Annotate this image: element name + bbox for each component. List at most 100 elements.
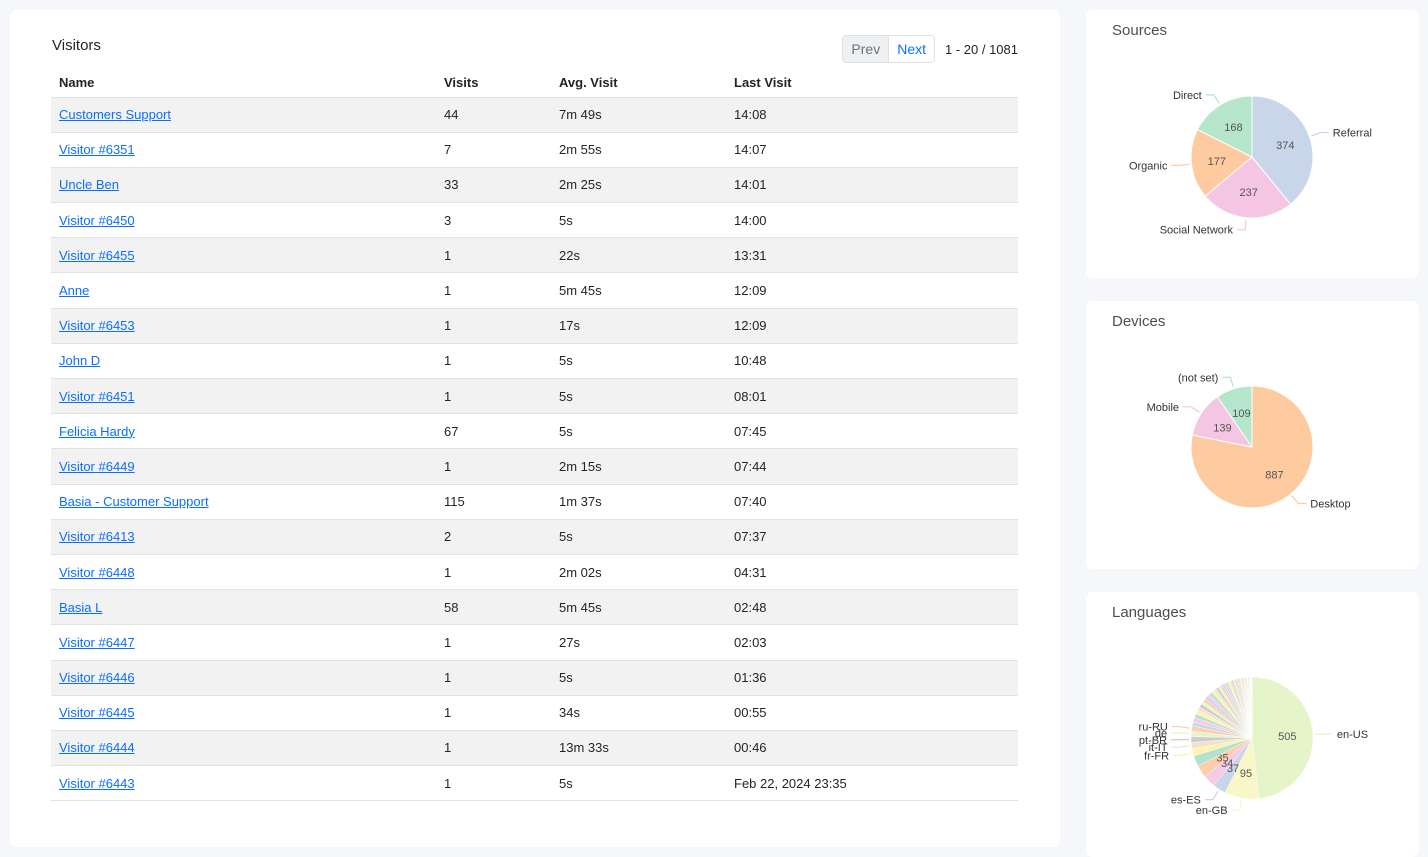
last-visit-cell: 12:09 <box>726 272 1018 309</box>
pie-category-label: Social Network <box>1160 225 1234 237</box>
avg-visit-cell: 2m 25s <box>551 167 726 204</box>
visitor-name-cell: Uncle Ben <box>51 167 436 204</box>
visitor-name-cell: Visitor #6445 <box>51 695 436 731</box>
visitor-name-link[interactable]: Customers Support <box>59 107 171 122</box>
table-row: John D 1 5s 10:48 <box>51 343 1018 380</box>
visitor-name-link[interactable]: Uncle Ben <box>59 177 119 192</box>
visitor-name-link[interactable]: Anne <box>59 283 89 298</box>
visitor-name-link[interactable]: Visitor #6453 <box>59 318 135 333</box>
avg-visit-cell: 5s <box>551 343 726 380</box>
last-visit-cell: 07:40 <box>726 484 1018 520</box>
pie-leader-line <box>1171 163 1190 166</box>
table-row: Visitor #6447 1 27s 02:03 <box>51 624 1018 661</box>
table-row: Customers Support 44 7m 49s 14:08 <box>51 97 1018 133</box>
visits-cell: 1 <box>436 237 551 274</box>
pie-category-label: en-GB <box>1196 805 1228 817</box>
last-visit-cell: 10:48 <box>726 343 1018 380</box>
last-visit-cell: 02:03 <box>726 624 1018 661</box>
visitor-name-link[interactable]: Visitor #6445 <box>59 705 135 720</box>
pie-category-label: ru-RU <box>1139 722 1168 734</box>
devices-pie-chart: 887 Desktop 139 Mobile 109 (not set) <box>1147 372 1351 510</box>
visitor-name-link[interactable]: Visitor #6451 <box>59 389 135 404</box>
visitor-name-cell: Anne <box>51 272 436 309</box>
visitor-name-cell: Visitor #6443 <box>51 765 436 802</box>
last-visit-cell: 14:00 <box>726 202 1018 239</box>
visitor-name-link[interactable]: John D <box>59 353 100 368</box>
visitor-name-cell: Visitor #6413 <box>51 519 436 555</box>
table-row: Anne 1 5m 45s 12:09 <box>51 272 1018 309</box>
avg-visit-cell: 5s <box>551 660 726 696</box>
visitor-name-cell: Visitor #6455 <box>51 237 436 274</box>
table-row: Visitor #6455 1 22s 13:31 <box>51 237 1018 274</box>
pie-leader-line <box>1171 732 1190 735</box>
last-visit-cell: 13:31 <box>726 237 1018 274</box>
last-visit-cell: Feb 22, 2024 23:35 <box>726 765 1018 802</box>
visitors-title: Visitors <box>52 37 101 54</box>
last-visit-cell: 00:46 <box>726 730 1018 767</box>
table-row: Basia L 58 5m 45s 02:48 <box>51 589 1018 626</box>
avg-visit-cell: 27s <box>551 624 726 661</box>
pie-leader-line <box>1237 219 1247 231</box>
pie-category-label: (not set) <box>1178 372 1218 384</box>
languages-card: Languages 505 en-US 95 en-GB 37 es-ES 34 35 fr-F… <box>1086 592 1419 857</box>
pie-category-label: Desktop <box>1310 498 1350 510</box>
visitor-name-link[interactable]: Visitor #6448 <box>59 565 135 580</box>
column-header-last-visit[interactable]: Last Visit <box>726 68 1018 98</box>
next-button[interactable]: Next <box>889 35 935 63</box>
visitor-name-link[interactable]: Visitor #6447 <box>59 635 135 650</box>
table-row: Basia - Customer Support 115 1m 37s 07:40 <box>51 484 1018 520</box>
avg-visit-cell: 2m 15s <box>551 448 726 485</box>
visits-cell: 44 <box>436 97 551 133</box>
visits-cell: 2 <box>436 519 551 555</box>
avg-visit-cell: 5s <box>551 202 726 239</box>
visitor-name-link[interactable]: Visitor #6413 <box>59 529 135 544</box>
pie-leader-line <box>1231 799 1242 811</box>
avg-visit-cell: 2m 55s <box>551 132 726 168</box>
last-visit-cell: 14:01 <box>726 167 1018 204</box>
visitor-name-link[interactable]: Visitor #6446 <box>59 670 135 685</box>
visitor-name-link[interactable]: Visitor #6455 <box>59 248 135 263</box>
visitor-name-cell: Basia - Customer Support <box>51 484 436 520</box>
visitor-name-link[interactable]: Basia L <box>59 600 102 615</box>
table-row: Uncle Ben 33 2m 25s 14:01 <box>51 167 1018 204</box>
table-header-row: Name Visits Avg. Visit Last Visit <box>51 68 1018 98</box>
pie-value-label: 237 <box>1239 187 1257 199</box>
pie-value-label: 374 <box>1276 140 1294 152</box>
last-visit-cell: 07:37 <box>726 519 1018 555</box>
table-row: Visitor #6351 7 2m 55s 14:07 <box>51 132 1018 168</box>
table-row: Visitor #6448 1 2m 02s 04:31 <box>51 554 1018 591</box>
visitor-name-link[interactable]: Felicia Hardy <box>59 424 135 439</box>
avg-visit-cell: 5s <box>551 413 726 450</box>
last-visit-cell: 00:55 <box>726 695 1018 731</box>
visitor-name-link[interactable]: Visitor #6443 <box>59 776 135 791</box>
visits-cell: 1 <box>436 660 551 696</box>
pie-leader-line <box>1311 131 1329 137</box>
visitor-name-cell: Visitor #6446 <box>51 660 436 696</box>
visitor-name-link[interactable]: Visitor #6449 <box>59 459 135 474</box>
column-header-visits[interactable]: Visits <box>436 68 551 98</box>
last-visit-cell: 02:48 <box>726 589 1018 626</box>
prev-button[interactable]: Prev <box>842 35 890 63</box>
column-header-avg-visit[interactable]: Avg. Visit <box>551 68 726 98</box>
visitor-name-link[interactable]: Visitor #6450 <box>59 213 135 228</box>
visitor-name-link[interactable]: Visitor #6444 <box>59 740 135 755</box>
visitor-name-cell: Visitor #6351 <box>51 132 436 168</box>
column-header-name[interactable]: Name <box>51 68 436 98</box>
visitor-name-link[interactable]: Visitor #6351 <box>59 142 135 157</box>
table-row: Visitor #6451 1 5s 08:01 <box>51 378 1018 415</box>
visits-cell: 1 <box>436 624 551 661</box>
pie-leader-line <box>1171 726 1190 729</box>
avg-visit-cell: 5s <box>551 519 726 555</box>
visits-cell: 1 <box>436 343 551 380</box>
visitor-name-cell: Basia L <box>51 589 436 626</box>
visitor-name-link[interactable]: Basia - Customer Support <box>59 494 209 509</box>
last-visit-cell: 07:45 <box>726 413 1018 450</box>
visitor-name-cell: John D <box>51 343 436 380</box>
pie-category-label: en-US <box>1337 729 1368 741</box>
avg-visit-cell: 5s <box>551 378 726 415</box>
table-row: Visitor #6444 1 13m 33s 00:46 <box>51 730 1018 767</box>
pie-leader-line <box>1222 376 1234 388</box>
visitor-name-cell: Visitor #6447 <box>51 624 436 661</box>
pie-leader-line <box>1171 745 1190 748</box>
table-row: Visitor #6446 1 5s 01:36 <box>51 660 1018 696</box>
